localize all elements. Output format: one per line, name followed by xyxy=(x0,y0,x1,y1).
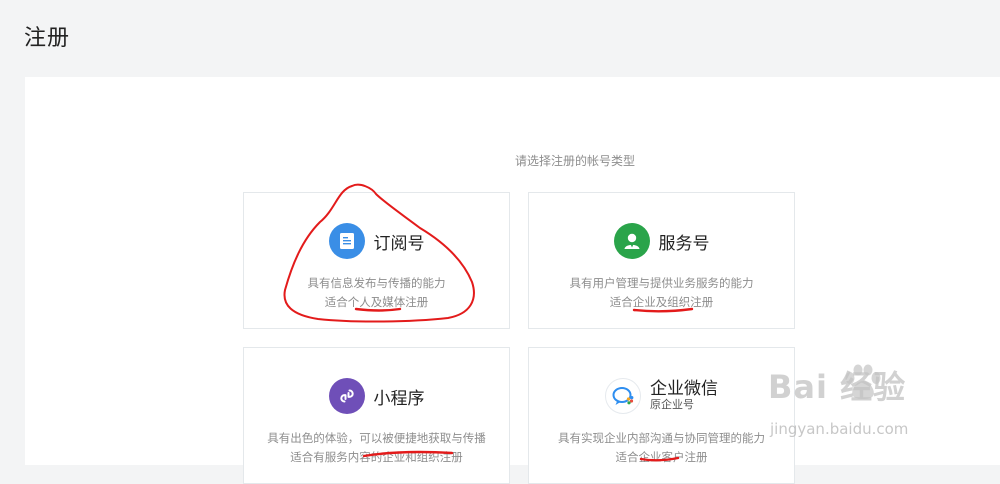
card-header: 企业微信 原企业号 xyxy=(529,378,794,414)
card-subscription-account[interactable]: 订阅号 具有信息发布与传播的能力 适合个人及媒体注册 xyxy=(243,192,510,329)
document-icon xyxy=(328,223,365,259)
card-audience: 适合有服务内容的企业和组织注册 xyxy=(290,450,463,464)
card-audience: 适合企业客户注册 xyxy=(615,450,708,464)
registration-panel: 请选择注册的帐号类型 订阅号 具有信息发布与传播的能力 适合个人及媒体注册 服务… xyxy=(25,77,1000,484)
account-type-prompt: 请选择注册的帐号类型 xyxy=(514,154,635,168)
person-icon xyxy=(613,223,650,259)
card-title: 小程序 xyxy=(373,388,425,409)
card-subtitle: 原企业号 xyxy=(650,398,694,412)
card-description: 具有用户管理与提供业务服务的能力 xyxy=(569,276,754,290)
card-description: 具有信息发布与传播的能力 xyxy=(307,276,446,290)
card-audience: 适合个人及媒体注册 xyxy=(324,295,429,309)
card-title: 服务号 xyxy=(658,233,710,254)
card-description: 具有出色的体验，可以被便捷地获取与传播 xyxy=(267,431,486,445)
card-header: 订阅号 xyxy=(244,223,509,259)
link-icon xyxy=(328,378,365,414)
card-mini-program[interactable]: 小程序 具有出色的体验，可以被便捷地获取与传播 适合有服务内容的企业和组织注册 xyxy=(243,347,510,484)
card-wecom[interactable]: 企业微信 原企业号 具有实现企业内部沟通与协同管理的能力 适合企业客户注册 xyxy=(528,347,795,484)
card-title: 企业微信 xyxy=(650,378,718,399)
card-audience: 适合企业及组织注册 xyxy=(609,295,714,309)
card-service-account[interactable]: 服务号 具有用户管理与提供业务服务的能力 适合企业及组织注册 xyxy=(528,192,795,329)
card-title: 订阅号 xyxy=(373,233,425,254)
chat-bubble-icon xyxy=(605,378,641,414)
page-title: 注册 xyxy=(24,26,71,51)
card-header: 小程序 xyxy=(244,378,509,414)
card-header: 服务号 xyxy=(529,223,794,259)
card-description: 具有实现企业内部沟通与协同管理的能力 xyxy=(558,431,765,445)
